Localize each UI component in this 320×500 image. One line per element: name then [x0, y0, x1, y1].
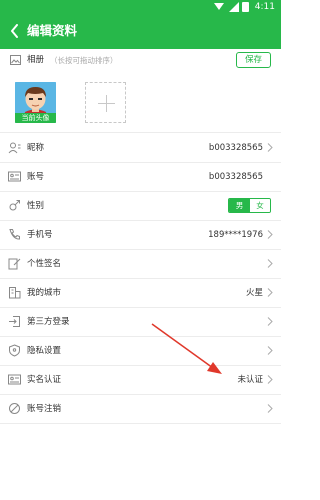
- gender-female-option[interactable]: 女: [250, 199, 270, 212]
- row-label: 个性签名: [27, 259, 62, 269]
- row-real-name-verification[interactable]: 实名认证 未认证: [0, 365, 281, 394]
- wifi-icon: [214, 3, 224, 10]
- row-nickname[interactable]: 昵称 b003328565: [0, 133, 281, 162]
- divider: [0, 423, 281, 424]
- plus-icon: [98, 95, 115, 112]
- phone-value: 189****1976: [208, 230, 263, 240]
- gender-male-option[interactable]: 男: [229, 199, 250, 212]
- save-button[interactable]: 保存: [236, 52, 271, 68]
- row-label: 实名认证: [27, 375, 62, 385]
- row-label: 性别: [27, 201, 45, 211]
- row-phone[interactable]: 手机号 189****1976: [0, 220, 281, 249]
- chevron-left-icon: [11, 24, 18, 38]
- back-button[interactable]: [4, 17, 26, 45]
- nickname-value: b003328565: [208, 143, 263, 153]
- chevron-right-icon: [267, 230, 273, 239]
- avatar[interactable]: 当前头像: [15, 82, 56, 123]
- signal-icon: [229, 2, 239, 12]
- status-bar: 4:11: [0, 0, 281, 14]
- shield-icon: [9, 344, 20, 357]
- id-card-icon: [8, 171, 21, 182]
- photo-icon: [10, 55, 21, 65]
- row-city[interactable]: 我的城市 火星: [0, 278, 281, 307]
- chevron-right-icon: [267, 375, 273, 384]
- row-label: 第三方登录: [27, 317, 70, 327]
- chevron-right-icon: [267, 288, 273, 297]
- row-account: 账号 b003328565: [0, 162, 281, 191]
- row-label: 账号注销: [27, 404, 62, 414]
- verification-status: 未认证: [237, 375, 263, 385]
- row-label: 昵称: [27, 143, 45, 153]
- gender-toggle: 男 女: [228, 198, 271, 213]
- row-signature[interactable]: 个性签名: [0, 249, 281, 278]
- building-icon: [9, 287, 21, 299]
- chevron-right-icon: [267, 346, 273, 355]
- title-bar: 编辑资料: [0, 14, 281, 49]
- row-third-party-login[interactable]: 第三方登录: [0, 307, 281, 336]
- battery-icon: [242, 2, 249, 12]
- album-row: 相册 （长按可拖动排序） 保存: [0, 49, 281, 72]
- account-value: b003328565: [208, 172, 263, 182]
- chevron-right-icon: [267, 143, 273, 152]
- row-label: 手机号: [27, 230, 53, 240]
- login-icon: [9, 316, 20, 327]
- album-label: 相册: [27, 55, 45, 65]
- ban-icon: [9, 403, 20, 414]
- chevron-right-icon: [267, 317, 273, 326]
- row-account-deactivation[interactable]: 账号注销: [0, 394, 281, 423]
- page-title: 编辑资料: [27, 23, 78, 38]
- chevron-right-icon: [267, 259, 273, 268]
- status-time: 4:11: [254, 2, 275, 12]
- row-label: 我的城市: [27, 288, 62, 298]
- user-card-icon: [8, 142, 21, 154]
- row-gender: 性别 男 女: [0, 191, 281, 220]
- id-card-icon: [8, 374, 21, 385]
- row-label: 隐私设置: [27, 346, 62, 356]
- avatar-caption: 当前头像: [15, 113, 56, 123]
- add-photo-button[interactable]: [85, 82, 126, 123]
- chevron-right-icon: [267, 404, 273, 413]
- avatar-area: 当前头像: [0, 72, 281, 132]
- city-value: 火星: [245, 288, 263, 298]
- phone-icon: [9, 229, 20, 240]
- row-privacy[interactable]: 隐私设置: [0, 336, 281, 365]
- album-hint: （长按可拖动排序）: [50, 56, 118, 65]
- edit-icon: [8, 258, 21, 270]
- gender-icon: [9, 200, 20, 211]
- row-label: 账号: [27, 172, 45, 182]
